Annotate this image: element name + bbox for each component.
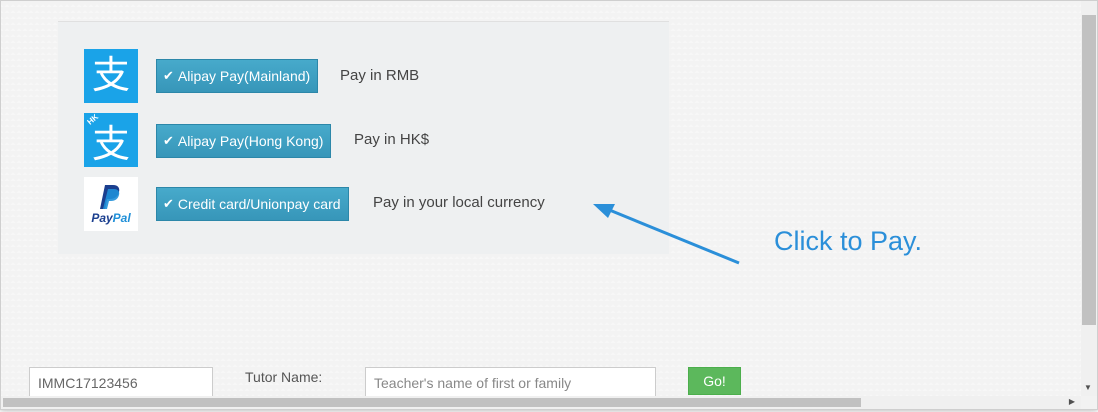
scroll-down-arrow-icon[interactable]: ▼ bbox=[1084, 383, 1092, 392]
annotation-arrow-icon bbox=[593, 204, 740, 265]
horizontal-scrollbar-thumb[interactable] bbox=[3, 398, 861, 407]
vertical-scrollbar-thumb[interactable] bbox=[1082, 15, 1096, 325]
scroll-right-arrow-icon[interactable]: ▶ bbox=[1069, 397, 1075, 406]
horizontal-scrollbar[interactable]: ▶ bbox=[1, 396, 1081, 409]
student-id-field[interactable] bbox=[29, 367, 213, 399]
tutor-name-input[interactable] bbox=[365, 367, 656, 399]
tutor-name-label: Tutor Name: bbox=[245, 369, 323, 385]
click-to-pay-annotation: Click to Pay. bbox=[774, 226, 923, 256]
browser-viewport: 支 ✔ Alipay Pay(Mainland) Pay in RMB HK 支… bbox=[0, 0, 1098, 410]
go-button[interactable]: Go! bbox=[688, 367, 741, 395]
vertical-scrollbar[interactable]: ▼ bbox=[1081, 1, 1097, 396]
